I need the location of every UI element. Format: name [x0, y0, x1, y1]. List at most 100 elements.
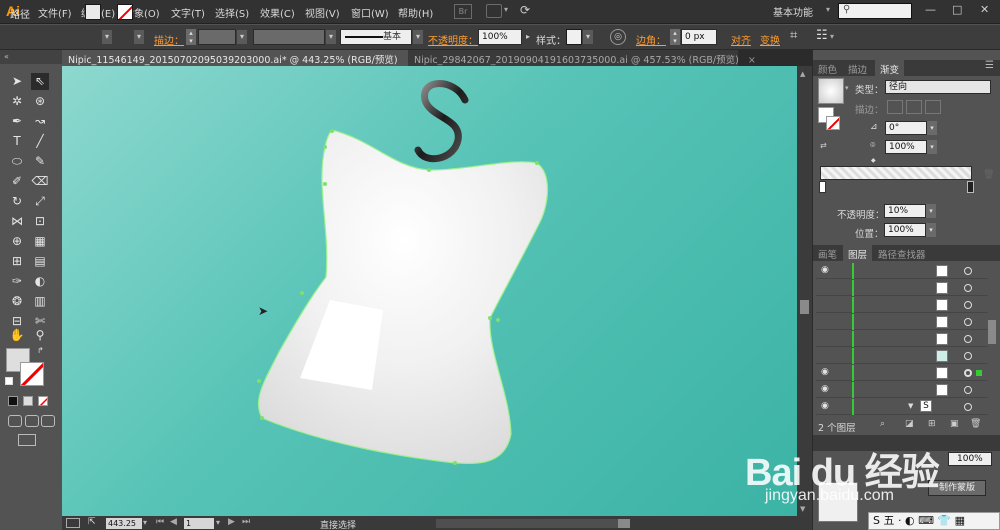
- gradient-stop-start[interactable]: [819, 181, 826, 193]
- stroke-label[interactable]: 描边：: [154, 32, 184, 47]
- new-layer-icon[interactable]: ▣: [950, 419, 959, 429]
- prev-page-icon[interactable]: ◀: [170, 517, 177, 527]
- rotate-tool-icon[interactable]: ↻: [8, 193, 26, 210]
- tab-brushes[interactable]: 画笔: [813, 245, 842, 261]
- opacity-chevron-icon[interactable]: ▸: [523, 30, 533, 44]
- delete-layer-icon[interactable]: 🗑: [970, 419, 981, 429]
- current-tool-status[interactable]: 直接选择: [320, 518, 356, 530]
- next-page-icon[interactable]: ▶: [228, 517, 235, 527]
- bag-shape[interactable]: [257, 129, 549, 465]
- perspective-grid-tool-icon[interactable]: ▦: [31, 233, 49, 250]
- layer-row[interactable]: [816, 280, 988, 296]
- draw-inside-icon[interactable]: [41, 415, 55, 427]
- close-tab-icon[interactable]: ×: [748, 55, 756, 66]
- collapse-icon[interactable]: «: [4, 52, 9, 61]
- scroll-up-icon[interactable]: ▲: [800, 70, 805, 78]
- mesh-tool-icon[interactable]: ⊞: [8, 253, 26, 270]
- layer-row[interactable]: [816, 331, 988, 347]
- stop-opacity-input[interactable]: 10%: [884, 204, 926, 218]
- minimize-button[interactable]: —: [925, 3, 936, 16]
- visibility-eye-icon[interactable]: ◉: [821, 384, 829, 394]
- artboard-canvas[interactable]: [62, 66, 797, 516]
- tab-color[interactable]: 颜色: [813, 60, 842, 76]
- tab-pathfinder[interactable]: 路径查找器: [873, 245, 931, 261]
- target-circle-icon[interactable]: [964, 335, 972, 343]
- layer-row[interactable]: ◉: [816, 263, 988, 279]
- visibility-eye-icon[interactable]: ◉: [821, 401, 829, 411]
- layers-scrollbar-thumb[interactable]: [988, 320, 996, 344]
- menu-file[interactable]: 文件(F): [38, 5, 72, 20]
- horizontal-scrollbar[interactable]: [436, 519, 626, 528]
- target-circle-icon[interactable]: [964, 301, 972, 309]
- selection-square-icon[interactable]: [976, 370, 982, 376]
- graphic-style-chevron-icon[interactable]: ▾: [583, 30, 593, 44]
- zoom-input[interactable]: 443.25: [106, 518, 142, 529]
- gradient-slider[interactable]: [820, 166, 972, 180]
- location-chevron-icon[interactable]: ▾: [926, 223, 936, 237]
- variable-width-select[interactable]: [253, 29, 325, 45]
- artboard-navigator-icon[interactable]: [66, 518, 80, 528]
- page-input[interactable]: 1: [184, 518, 214, 529]
- stroke-within-icon[interactable]: [887, 100, 903, 114]
- menu-view[interactable]: 视图(V): [305, 5, 340, 20]
- corner-stepper[interactable]: ▴ ▾: [670, 29, 680, 45]
- transparency-opacity-input[interactable]: 100%: [948, 452, 992, 466]
- target-circle-icon[interactable]: [964, 284, 972, 292]
- paintbrush-tool-icon[interactable]: ✎: [31, 153, 49, 170]
- line-tool-icon[interactable]: ╱: [31, 133, 49, 150]
- gradient-mode-button[interactable]: [23, 396, 33, 406]
- expand-triangle-icon[interactable]: ▼: [908, 402, 913, 410]
- stroke-none-swatch[interactable]: [117, 4, 133, 20]
- align-link[interactable]: 对齐: [731, 32, 751, 47]
- aspect-ratio-input[interactable]: 100%: [885, 140, 927, 154]
- layer-row[interactable]: ◉: [816, 382, 988, 398]
- stroke-weight-stepper[interactable]: ▴ ▾: [186, 29, 196, 45]
- panel-menu-icon[interactable]: ☰: [985, 60, 994, 71]
- panel-menu-chevron-icon[interactable]: ▾: [830, 32, 834, 41]
- target-circle-icon[interactable]: [964, 352, 972, 360]
- tab-gradient[interactable]: 渐变: [875, 60, 905, 76]
- reverse-gradient-icon[interactable]: ⇄: [820, 141, 827, 150]
- stroke-weight-chevron-icon[interactable]: ▾: [237, 30, 247, 44]
- screen-mode-icon[interactable]: [18, 434, 36, 446]
- gradient-stop-end[interactable]: [967, 181, 974, 193]
- scroll-down-icon[interactable]: ▼: [800, 505, 805, 513]
- bridge-button[interactable]: Br: [454, 4, 472, 19]
- column-graph-tool-icon[interactable]: ▥: [31, 293, 49, 310]
- tools-panel-grip[interactable]: [0, 50, 62, 64]
- blend-tool-icon[interactable]: ◐: [31, 273, 49, 290]
- make-clipping-mask-icon[interactable]: ◪: [905, 419, 914, 429]
- layer-row[interactable]: ◉ ▼ S: [816, 399, 988, 415]
- opacity-input[interactable]: 100%: [478, 29, 522, 45]
- width-tool-icon[interactable]: ⋈: [8, 213, 26, 230]
- none-mode-button[interactable]: [38, 396, 48, 406]
- menu-help[interactable]: 帮助(H): [398, 5, 433, 20]
- menu-type[interactable]: 文字(T): [171, 5, 205, 20]
- isolate-object-icon[interactable]: ⌗: [790, 28, 797, 43]
- brush-chevron-icon[interactable]: ▾: [413, 30, 423, 44]
- draw-behind-icon[interactable]: [25, 415, 39, 427]
- gradient-preset-chevron-icon[interactable]: ▾: [845, 84, 849, 92]
- stroke-weight-input[interactable]: [198, 29, 236, 45]
- delete-stop-icon[interactable]: 🗑: [983, 170, 994, 180]
- direct-selection-tool-icon[interactable]: ⇖: [31, 73, 49, 90]
- curvature-tool-icon[interactable]: ↝: [31, 113, 49, 130]
- angle-chevron-icon[interactable]: ▾: [927, 121, 937, 135]
- zoom-tool-icon[interactable]: ⚲: [31, 327, 49, 344]
- page-chevron-icon[interactable]: ▾: [216, 518, 220, 527]
- tab-layers[interactable]: 图层: [843, 245, 873, 261]
- opacity-label[interactable]: 不透明度：: [428, 32, 478, 47]
- workspace-switcher[interactable]: 基本功能: [773, 4, 813, 19]
- corner-radius-input[interactable]: 0 px: [681, 29, 717, 45]
- gradient-type-select[interactable]: 径向: [885, 80, 991, 94]
- arrange-documents-icon[interactable]: [486, 4, 502, 18]
- first-page-icon[interactable]: ⏮: [156, 517, 164, 527]
- selection-tool-icon[interactable]: ➤: [8, 73, 26, 90]
- gradient-angle-input[interactable]: 0°: [885, 121, 927, 135]
- more-options-icon[interactable]: ☷: [816, 28, 828, 43]
- stroke-color-box[interactable]: [20, 362, 44, 386]
- layer-row[interactable]: [816, 348, 988, 364]
- graphic-style-swatch[interactable]: [566, 29, 582, 45]
- locate-object-icon[interactable]: ⌕: [880, 419, 885, 429]
- target-circle-icon[interactable]: [964, 369, 972, 377]
